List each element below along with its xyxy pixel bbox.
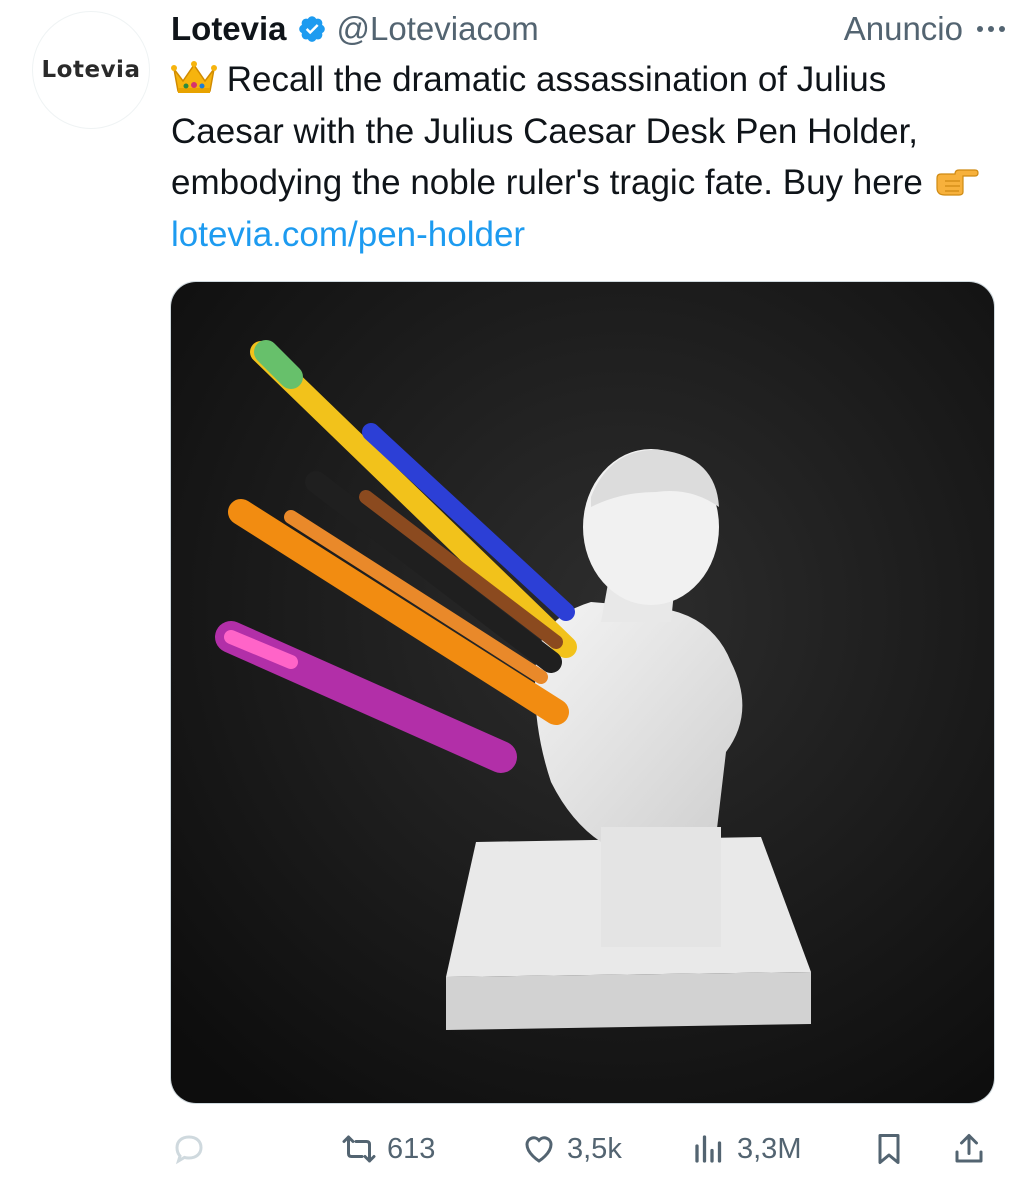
author-name[interactable]: Lotevia xyxy=(171,10,287,48)
crown-icon xyxy=(171,61,217,93)
bookmark-button[interactable] xyxy=(871,1122,907,1176)
bookmark-icon xyxy=(878,1134,900,1164)
heart-icon xyxy=(525,1136,553,1163)
views-button[interactable]: 3,3M xyxy=(691,1122,801,1176)
verified-badge-icon xyxy=(298,16,325,42)
views-icon xyxy=(695,1135,722,1163)
post-text: Recall the dramatic assassination of Jul… xyxy=(171,54,1001,260)
post-body-text: Recall the dramatic assassination of Jul… xyxy=(171,60,923,202)
author-handle[interactable]: @Loteviacom xyxy=(337,10,539,48)
ad-label: Anuncio xyxy=(843,10,963,47)
post-link[interactable]: lotevia.com/pen-holder xyxy=(171,215,525,254)
views-count: 3,3M xyxy=(737,1132,802,1165)
like-button[interactable]: 3,5k xyxy=(521,1122,622,1176)
reply-button[interactable] xyxy=(171,1122,217,1176)
avatar-logo-text: Lotevia xyxy=(41,57,141,83)
post-header: Lotevia @Loteviacom Anuncio xyxy=(171,6,1005,52)
retweet-count: 613 xyxy=(387,1132,436,1165)
pointing-hand-icon xyxy=(935,169,979,196)
reply-icon xyxy=(175,1135,203,1165)
share-icon xyxy=(955,1134,983,1163)
more-options-icon[interactable] xyxy=(977,26,1005,32)
author-avatar[interactable]: Lotevia xyxy=(32,11,150,129)
post-actions-bar: 613 3,5k 3,3M xyxy=(171,1122,1001,1176)
like-count: 3,5k xyxy=(567,1132,622,1165)
retweet-button[interactable]: 613 xyxy=(341,1122,435,1176)
retweet-icon xyxy=(342,1135,376,1163)
share-button[interactable] xyxy=(951,1122,987,1176)
post-media-image[interactable] xyxy=(170,281,995,1104)
